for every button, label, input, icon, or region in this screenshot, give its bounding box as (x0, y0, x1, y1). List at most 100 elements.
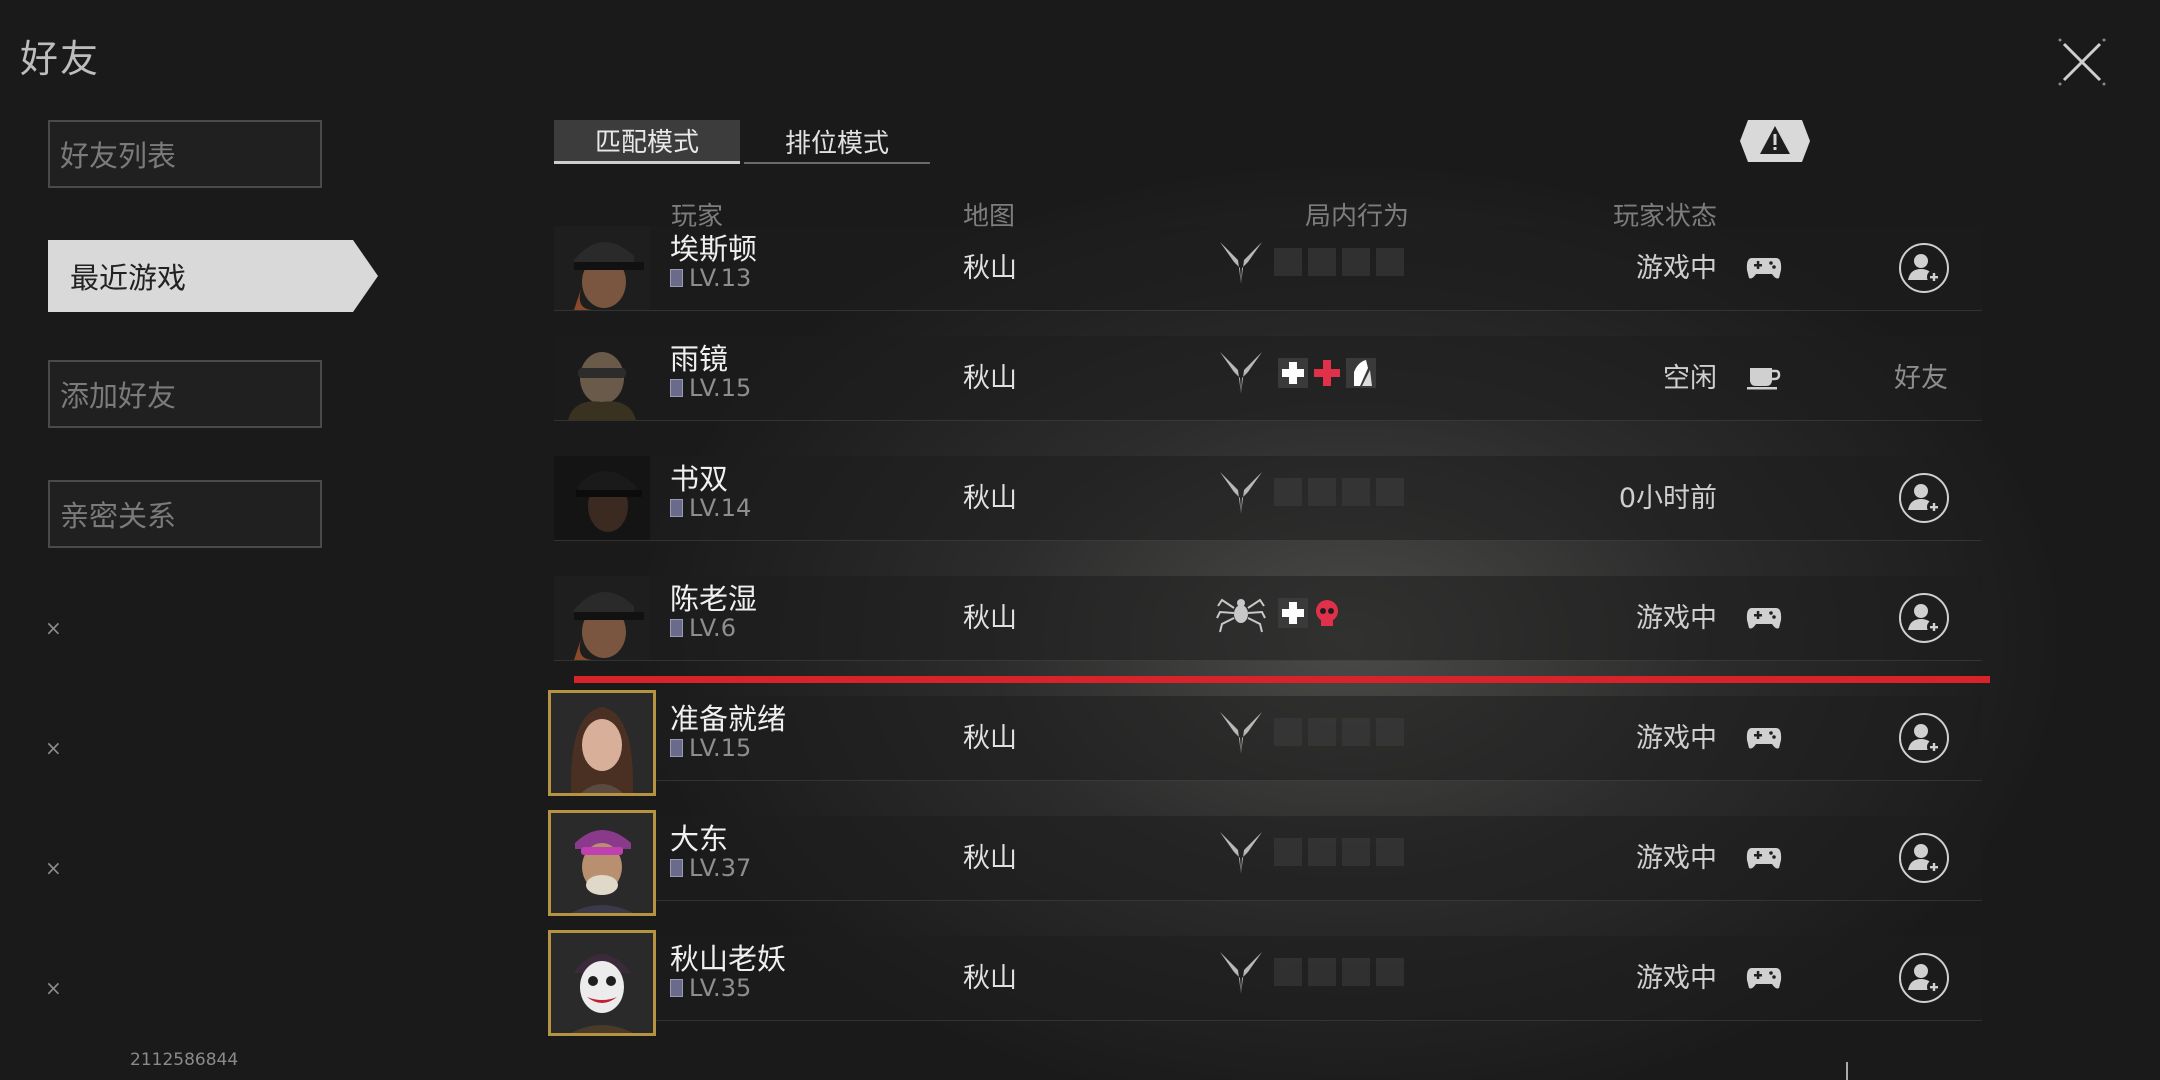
player-level: LV.15 (689, 374, 752, 402)
close-button[interactable] (2050, 30, 2114, 94)
player-name: 埃斯顿 (670, 232, 758, 266)
table-row[interactable]: 埃斯顿 LV.13 秋山 游戏中 (554, 226, 1982, 311)
gamepad-icon (1746, 608, 1782, 629)
avatar (554, 336, 650, 420)
table-row[interactable]: 雨镜 LV.15 秋山 空闲 好友 (554, 336, 1982, 421)
table-row[interactable]: 准备就绪 LV.15 秋山 游戏中 (548, 690, 1982, 796)
player-status: 空闲 (1663, 363, 1717, 394)
player-name: 准备就绪 (670, 702, 787, 736)
map-name: 秋山 (963, 363, 1017, 394)
player-name: 陈老湿 (670, 582, 758, 616)
add-friend-button[interactable] (1898, 472, 1950, 524)
table-row[interactable]: 大东 LV.37 秋山 游戏中 (548, 810, 1982, 916)
add-user-icon (1899, 953, 1949, 1003)
player-status: 游戏中 (1636, 253, 1717, 284)
add-user-icon (1899, 833, 1949, 883)
player-status: 游戏中 (1636, 603, 1717, 634)
avatar (548, 810, 656, 916)
sidebar-item-label: 最近游戏 (70, 261, 187, 295)
user-id: 2112586844 (130, 1050, 239, 1070)
sidebar-item-friend-list[interactable]: 好友列表 (48, 120, 322, 188)
table-row[interactable]: 书双 LV.14 秋山 0小时前 (554, 456, 1982, 541)
sidebar-item-recent-games[interactable]: 最近游戏 (48, 240, 378, 312)
close-icon[interactable]: × (45, 616, 62, 640)
add-user-icon (1899, 243, 1949, 293)
wings-icon (1220, 712, 1262, 754)
tab-ranked-mode[interactable]: 排位模式 (744, 120, 930, 164)
add-user-icon (1899, 593, 1949, 643)
level-badge-icon (670, 269, 683, 287)
add-friend-button[interactable] (1898, 832, 1950, 884)
level-badge-icon (670, 979, 683, 997)
map-name: 秋山 (963, 603, 1017, 634)
map-name: 秋山 (963, 483, 1017, 514)
wings-icon (1220, 472, 1262, 514)
avatar (554, 456, 650, 540)
wings-icon (1220, 352, 1262, 394)
avatar (548, 690, 656, 796)
medkit-icon (1314, 360, 1340, 386)
player-name: 书双 (670, 462, 729, 496)
level-badge-icon (670, 619, 683, 637)
gamepad-icon (1746, 848, 1782, 869)
gamepad-icon (1746, 968, 1782, 989)
map-name: 秋山 (963, 843, 1017, 874)
level-badge-icon (670, 739, 683, 757)
player-name: 大东 (670, 822, 729, 856)
map-name: 秋山 (963, 253, 1017, 284)
warning-icon (1740, 120, 1810, 162)
map-name: 秋山 (963, 723, 1017, 754)
wings-icon (1220, 952, 1262, 994)
add-friend-button[interactable] (1898, 242, 1950, 294)
sidebar-item-add-friend[interactable]: 添加好友 (48, 360, 322, 428)
page-title: 好友 (20, 37, 101, 81)
close-icon (2058, 38, 2106, 86)
sidebar-item-label: 好友列表 (60, 139, 177, 173)
sidebar-item-label: 亲密关系 (60, 499, 177, 533)
heal-cross-icon (1278, 598, 1308, 628)
avatar (554, 226, 650, 310)
add-friend-button[interactable] (1898, 952, 1950, 1004)
sidebar-item-intimacy[interactable]: 亲密关系 (48, 480, 322, 548)
gamepad-icon (1746, 258, 1782, 279)
player-level: LV.15 (689, 734, 752, 762)
sidebar-item-label: 添加好友 (60, 379, 177, 413)
player-level: LV.13 (689, 264, 752, 292)
avatar (554, 576, 650, 660)
add-user-icon (1899, 473, 1949, 523)
skull-icon (1316, 600, 1338, 626)
add-friend-button[interactable] (1898, 592, 1950, 644)
wings-icon (1220, 832, 1262, 874)
table-row[interactable]: 陈老湿 LV.6 秋山 游戏中 (554, 576, 1982, 661)
player-level: LV.6 (689, 614, 736, 642)
add-user-icon (1899, 713, 1949, 763)
scroll-indicator (1846, 1062, 1848, 1080)
report-button[interactable] (1738, 118, 1812, 164)
close-icon[interactable]: × (45, 976, 62, 1000)
player-status: 游戏中 (1636, 843, 1717, 874)
add-friend-button[interactable] (1898, 712, 1950, 764)
level-badge-icon (670, 379, 683, 397)
table-row[interactable]: 秋山老妖 LV.35 秋山 游戏中 (548, 930, 1982, 1036)
avatar (548, 930, 656, 1036)
player-level: LV.14 (689, 494, 752, 522)
close-icon[interactable]: × (45, 736, 62, 760)
level-badge-icon (670, 499, 683, 517)
tab-match-mode[interactable]: 匹配模式 (554, 120, 740, 164)
gamepad-icon (1746, 728, 1782, 749)
teammate-divider (574, 676, 1990, 683)
map-name: 秋山 (963, 963, 1017, 994)
player-level: LV.35 (689, 974, 752, 1002)
level-badge-icon (670, 859, 683, 877)
spider-icon (1216, 598, 1266, 633)
player-status: 游戏中 (1636, 963, 1717, 994)
player-status: 0小时前 (1618, 483, 1717, 514)
heal-cross-icon (1278, 358, 1308, 388)
player-name: 雨镜 (670, 342, 729, 376)
player-level: LV.37 (689, 854, 752, 882)
friend-tag: 好友 (1894, 363, 1948, 394)
player-name: 秋山老妖 (670, 942, 787, 976)
close-icon[interactable]: × (45, 856, 62, 880)
player-status: 游戏中 (1636, 723, 1717, 754)
wings-icon (1220, 242, 1262, 284)
